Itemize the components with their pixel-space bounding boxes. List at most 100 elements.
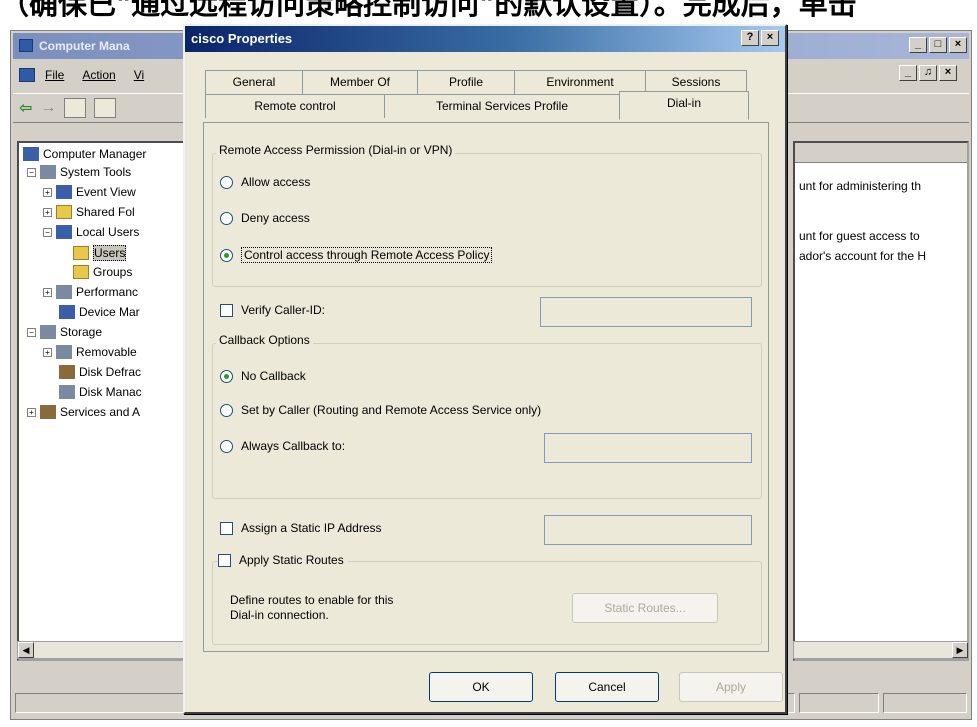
set-by-caller-label: Set by Caller (Routing and Remote Access… (241, 403, 542, 417)
menu-file[interactable]: File (45, 68, 64, 82)
allow-access-radio[interactable] (220, 175, 233, 189)
shared-folder-icon (56, 205, 72, 219)
tab-terminal-services-profile[interactable]: Terminal Services Profile (384, 94, 620, 118)
allow-access-option[interactable]: Allow access (220, 175, 310, 189)
control-access-radio[interactable] (220, 248, 233, 262)
dialog-title: cisco Properties (191, 31, 293, 46)
list-item[interactable]: ador's account for the H (799, 249, 926, 263)
status-cell (883, 693, 967, 713)
tree-item-shared-folders[interactable]: + Shared Fol (43, 205, 135, 219)
tab-general[interactable]: General (205, 70, 303, 94)
tree-item-disk-defragmenter[interactable]: Disk Defrac (59, 365, 141, 379)
apply-static-routes-checkbox[interactable] (218, 553, 231, 567)
static-ip-field[interactable] (544, 515, 752, 545)
cancel-button[interactable]: Cancel (555, 672, 659, 702)
list-item[interactable]: unt for guest access to (799, 229, 920, 243)
tree-item-computer-management[interactable]: Computer Manager (23, 147, 146, 161)
tab-remote-control[interactable]: Remote control (205, 94, 385, 118)
always-callback-radio[interactable] (220, 439, 233, 453)
deny-access-option[interactable]: Deny access (220, 211, 310, 225)
tree-item-event-viewer[interactable]: + Event View (43, 185, 136, 199)
collapse-icon[interactable]: − (27, 167, 36, 177)
expand-icon[interactable]: + (27, 407, 36, 417)
list-item[interactable]: unt for administering th (799, 179, 921, 193)
child-minimize-button[interactable]: _ (899, 65, 917, 81)
expand-icon[interactable]: + (43, 187, 52, 197)
menu-action[interactable]: Action (82, 68, 115, 82)
tree-item-services-and-applications[interactable]: + Services and A (27, 405, 140, 419)
performance-icon (56, 285, 72, 299)
verify-caller-id-checkbox[interactable] (220, 303, 233, 317)
status-cell (799, 693, 879, 713)
expand-icon[interactable]: + (43, 207, 52, 217)
details-horizontal-scrollbar[interactable]: ▶ (793, 641, 969, 659)
folder-icon (73, 265, 89, 279)
document-icon (19, 68, 35, 82)
ok-button[interactable]: OK (429, 672, 533, 702)
tabs-row-2: Remote control Terminal Services Profile… (205, 91, 749, 120)
tree-item-system-tools[interactable]: − System Tools (27, 165, 131, 179)
scroll-left-icon[interactable]: ◀ (18, 642, 34, 658)
tree-item-storage[interactable]: − Storage (27, 325, 102, 339)
assign-static-ip-label: Assign a Static IP Address (241, 521, 382, 535)
allow-access-label: Allow access (241, 175, 311, 189)
static-routes-button[interactable]: Static Routes... (572, 593, 718, 623)
computer-management-icon (19, 39, 33, 52)
tree-item-device-manager[interactable]: Device Mar (59, 305, 140, 319)
removable-storage-icon (56, 345, 72, 359)
always-callback-option[interactable]: Always Callback to: (220, 439, 345, 453)
users-icon (56, 225, 72, 239)
tree-item-groups[interactable]: Groups (73, 265, 132, 279)
tree-item-disk-management[interactable]: Disk Manac (59, 385, 142, 399)
minimize-button[interactable]: _ (909, 37, 927, 53)
help-button[interactable]: ? (741, 30, 759, 46)
device-manager-icon (59, 305, 75, 319)
disk-management-icon (59, 385, 75, 399)
close-button[interactable]: × (761, 30, 779, 46)
always-callback-label: Always Callback to: (241, 439, 346, 453)
assign-static-ip-option[interactable]: Assign a Static IP Address (220, 521, 382, 535)
forward-arrow-icon[interactable]: → (40, 99, 56, 117)
tree-horizontal-scrollbar[interactable]: ◀ (17, 641, 192, 659)
tab-member-of[interactable]: Member Of (302, 70, 418, 94)
tab-profile[interactable]: Profile (417, 70, 515, 94)
maximize-button[interactable]: □ (929, 37, 947, 53)
computer-icon (23, 147, 39, 161)
collapse-icon[interactable]: − (27, 327, 36, 337)
apply-button[interactable]: Apply (679, 672, 783, 702)
no-callback-radio[interactable] (220, 369, 233, 383)
mmc-title: Computer Mana (39, 39, 130, 53)
menu-view[interactable]: Vi (134, 68, 144, 82)
expand-icon[interactable]: + (43, 287, 52, 297)
tools-icon (40, 165, 56, 179)
apply-static-routes-option[interactable]: Apply Static Routes (218, 553, 348, 567)
verify-caller-id-field[interactable] (540, 297, 752, 327)
no-callback-label: No Callback (241, 369, 306, 383)
no-callback-option[interactable]: No Callback (220, 369, 306, 383)
back-arrow-icon[interactable]: ⇦ (19, 98, 32, 118)
control-access-label: Control access through Remote Access Pol… (241, 247, 493, 263)
child-restore-button[interactable]: ♫ (919, 65, 937, 81)
tree-item-removable-storage[interactable]: + Removable (43, 345, 137, 359)
callback-number-field[interactable] (544, 433, 752, 463)
tree-item-performance[interactable]: + Performanc (43, 285, 138, 299)
child-close-button[interactable]: × (939, 65, 957, 81)
scroll-right-icon[interactable]: ▶ (952, 642, 968, 658)
up-folder-icon[interactable] (64, 98, 87, 118)
tree-item-users[interactable]: Users (73, 245, 127, 261)
show-tree-icon[interactable] (94, 98, 117, 118)
set-by-caller-option[interactable]: Set by Caller (Routing and Remote Access… (220, 403, 541, 417)
expand-icon[interactable]: + (43, 347, 52, 357)
collapse-icon[interactable]: − (43, 227, 52, 237)
close-button[interactable]: × (949, 37, 967, 53)
assign-static-ip-checkbox[interactable] (220, 521, 233, 535)
tree-item-local-users[interactable]: − Local Users (43, 225, 139, 239)
set-by-caller-radio[interactable] (220, 403, 233, 417)
tab-dial-in[interactable]: Dial-in (619, 91, 749, 120)
mmc-window-buttons: _ □ × (909, 37, 967, 53)
control-access-option[interactable]: Control access through Remote Access Pol… (220, 247, 493, 263)
verify-caller-id-option[interactable]: Verify Caller-ID: (220, 303, 325, 317)
static-routes-description: Define routes to enable for this Dial-in… (230, 593, 394, 622)
deny-access-radio[interactable] (220, 211, 233, 225)
defragmenter-icon (59, 365, 75, 379)
